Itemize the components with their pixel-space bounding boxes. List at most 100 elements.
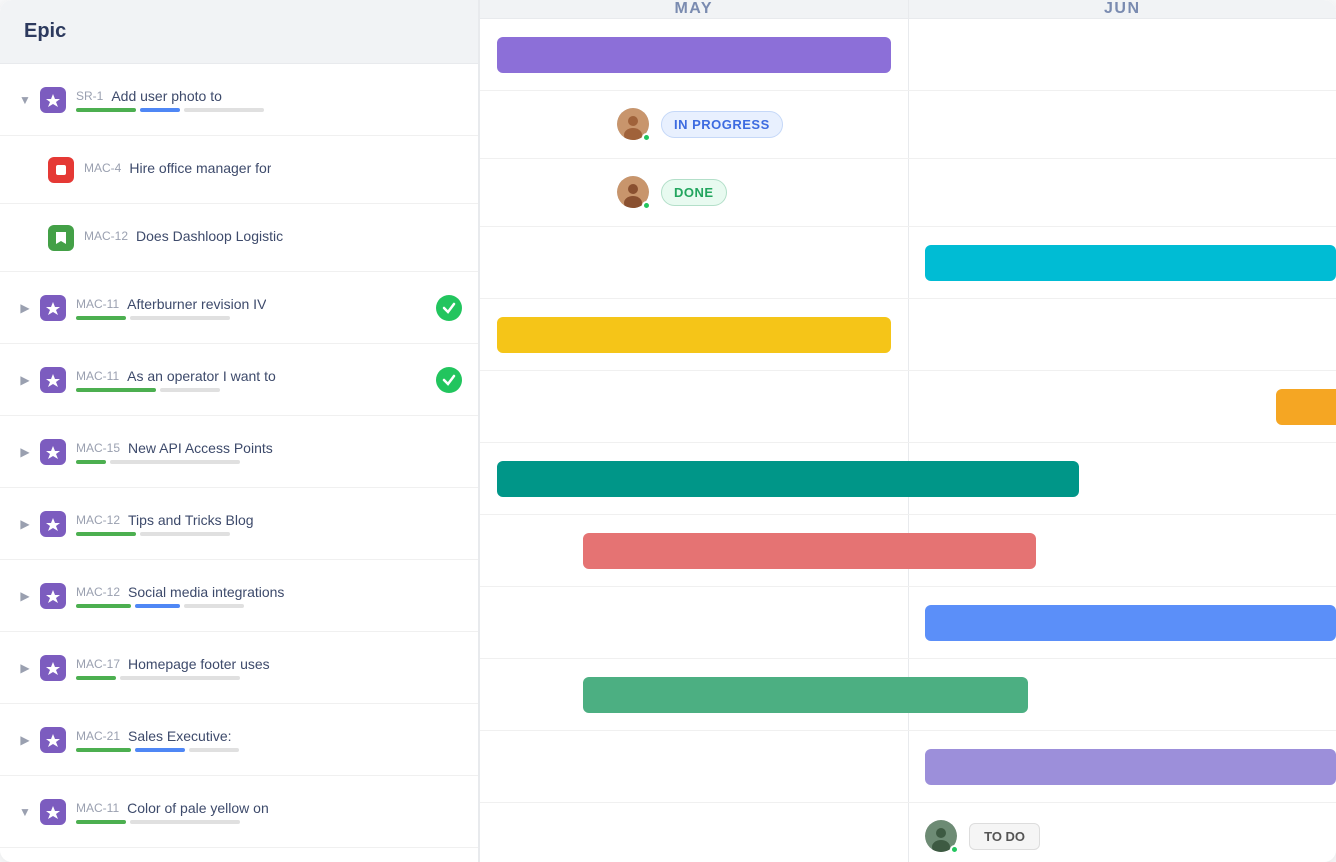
gantt-row-mac4: IN PROGRESS bbox=[480, 91, 1336, 159]
epic-row-mac15: ▶ MAC-15 New API Access Points bbox=[0, 416, 478, 488]
status-mac12a: DONE bbox=[617, 176, 727, 210]
row-info-mac12a: MAC-12 Does Dashloop Logistic bbox=[84, 228, 462, 248]
check-mac11b bbox=[436, 367, 462, 393]
icon-sr1 bbox=[40, 87, 66, 113]
row-meta-mac15: MAC-15 New API Access Points bbox=[76, 440, 462, 456]
progress-gray-mac11c bbox=[130, 820, 240, 824]
gantt-row-mac8: TO DO bbox=[480, 803, 1336, 862]
online-dot-mac8 bbox=[950, 845, 959, 854]
ticket-id-mac12a: MAC-12 bbox=[84, 229, 128, 243]
row-meta-sr1: SR-1 Add user photo to bbox=[76, 88, 462, 104]
progress-gray-mac11b bbox=[160, 388, 220, 392]
epic-row-mac11a: ▶ MAC-11 Afterburner revision IV bbox=[0, 272, 478, 344]
bar-mac11a bbox=[925, 245, 1336, 281]
row-info-mac11a: MAC-11 Afterburner revision IV bbox=[76, 296, 428, 320]
progress-green-mac11c bbox=[76, 820, 126, 824]
row-info-mac12b: MAC-12 Tips and Tricks Blog bbox=[76, 512, 462, 536]
bar-mac12b bbox=[497, 461, 1079, 497]
progress-green-mac11b bbox=[76, 388, 156, 392]
epic-row-mac12a: MAC-12 Does Dashloop Logistic bbox=[0, 204, 478, 272]
row-info-mac21: MAC-21 Sales Executive: bbox=[76, 728, 462, 752]
icon-mac4 bbox=[48, 157, 74, 183]
epic-row-mac8: MAC-8 Dashloop Logistic bbox=[0, 848, 478, 862]
ticket-id-mac11a: MAC-11 bbox=[76, 297, 119, 311]
progress-green-mac12c bbox=[76, 604, 131, 608]
ticket-id-mac11c: MAC-11 bbox=[76, 801, 119, 815]
online-dot-mac4 bbox=[642, 133, 651, 142]
row-title-mac11b: As an operator I want to bbox=[127, 368, 276, 384]
in-progress-badge: IN PROGRESS bbox=[661, 111, 783, 138]
row-info-mac4: MAC-4 Hire office manager for bbox=[84, 160, 462, 180]
gantt-row-mac11c bbox=[480, 731, 1336, 803]
progress-gray-mac17 bbox=[120, 676, 240, 680]
row-meta-mac11a: MAC-11 Afterburner revision IV bbox=[76, 296, 428, 312]
toggle-mac12c[interactable]: ▶ bbox=[16, 587, 34, 605]
row-meta-mac11b: MAC-11 As an operator I want to bbox=[76, 368, 428, 384]
row-progress-mac17 bbox=[76, 676, 462, 680]
online-dot-mac12a bbox=[642, 201, 651, 210]
epic-rows: ▼ SR-1 Add user photo to bbox=[0, 64, 478, 862]
gantt-row-mac21 bbox=[480, 659, 1336, 731]
progress-blue-mac21 bbox=[135, 748, 185, 752]
progress-gray-mac21 bbox=[189, 748, 239, 752]
progress-blue-mac12c bbox=[135, 604, 180, 608]
toggle-mac11b[interactable]: ▶ bbox=[16, 371, 34, 389]
progress-blue-sr1 bbox=[140, 108, 180, 112]
bar-mac11b bbox=[497, 317, 891, 353]
toggle-mac11a[interactable]: ▶ bbox=[16, 299, 34, 317]
row-title-mac12a: Does Dashloop Logistic bbox=[136, 228, 283, 244]
icon-mac12b bbox=[40, 511, 66, 537]
gantt-row-mac11b bbox=[480, 299, 1336, 371]
row-info-mac11b: MAC-11 As an operator I want to bbox=[76, 368, 428, 392]
toggle-sr1[interactable]: ▼ bbox=[16, 91, 34, 109]
row-progress-mac15 bbox=[76, 460, 462, 464]
bar-mac12c bbox=[583, 533, 1037, 569]
progress-green-mac15 bbox=[76, 460, 106, 464]
row-title-mac17: Homepage footer uses bbox=[128, 656, 270, 672]
icon-mac12c bbox=[40, 583, 66, 609]
toggle-mac12b[interactable]: ▶ bbox=[16, 515, 34, 533]
bar-mac11c bbox=[925, 749, 1336, 785]
bar-mac21 bbox=[583, 677, 1028, 713]
row-progress-sr1 bbox=[76, 108, 462, 112]
left-panel: Epic ▼ SR-1 Add user photo to bbox=[0, 0, 480, 862]
epic-column-title: Epic bbox=[24, 20, 66, 43]
ticket-id-mac17: MAC-17 bbox=[76, 657, 120, 671]
row-info-mac17: MAC-17 Homepage footer uses bbox=[76, 656, 462, 680]
row-info-mac15: MAC-15 New API Access Points bbox=[76, 440, 462, 464]
row-progress-mac12b bbox=[76, 532, 462, 536]
row-meta-mac21: MAC-21 Sales Executive: bbox=[76, 728, 462, 744]
ticket-id-mac15: MAC-15 bbox=[76, 441, 120, 455]
row-title-mac12b: Tips and Tricks Blog bbox=[128, 512, 254, 528]
left-header: Epic bbox=[0, 0, 478, 64]
gantt-row-mac17 bbox=[480, 587, 1336, 659]
epic-row-mac21: ▶ MAC-21 Sales Executive: bbox=[0, 704, 478, 776]
row-meta-mac12b: MAC-12 Tips and Tricks Blog bbox=[76, 512, 462, 528]
gantt-row-mac15 bbox=[480, 371, 1336, 443]
toggle-mac17[interactable]: ▶ bbox=[16, 659, 34, 677]
bar-mac17 bbox=[925, 605, 1336, 641]
toggle-mac15[interactable]: ▶ bbox=[16, 443, 34, 461]
gantt-body: IN PROGRESS bbox=[480, 19, 1336, 862]
row-title-mac11a: Afterburner revision IV bbox=[127, 296, 266, 312]
row-progress-mac11b bbox=[76, 388, 428, 392]
avatar-mac4 bbox=[617, 108, 651, 142]
gantt-row-mac12a: DONE bbox=[480, 159, 1336, 227]
toggle-mac11c[interactable]: ▼ bbox=[16, 803, 34, 821]
row-meta-mac17: MAC-17 Homepage footer uses bbox=[76, 656, 462, 672]
row-info-mac11c: MAC-11 Color of pale yellow on bbox=[76, 800, 462, 824]
status-mac8: TO DO bbox=[925, 820, 1040, 854]
gantt-panel: MAY JUN bbox=[480, 0, 1336, 862]
bar-mac15 bbox=[1276, 389, 1336, 425]
toggle-mac21[interactable]: ▶ bbox=[16, 731, 34, 749]
row-title-mac12c: Social media integrations bbox=[128, 584, 284, 600]
ticket-id-mac4: MAC-4 bbox=[84, 161, 121, 175]
icon-mac21 bbox=[40, 727, 66, 753]
row-title-mac15: New API Access Points bbox=[128, 440, 273, 456]
gantt-container: Epic ▼ SR-1 Add user photo to bbox=[0, 0, 1336, 862]
icon-mac11a bbox=[40, 295, 66, 321]
ticket-id-mac12b: MAC-12 bbox=[76, 513, 120, 527]
month-jun: JUN bbox=[909, 0, 1336, 18]
progress-gray-mac11a bbox=[130, 316, 230, 320]
done-badge: DONE bbox=[661, 179, 727, 206]
